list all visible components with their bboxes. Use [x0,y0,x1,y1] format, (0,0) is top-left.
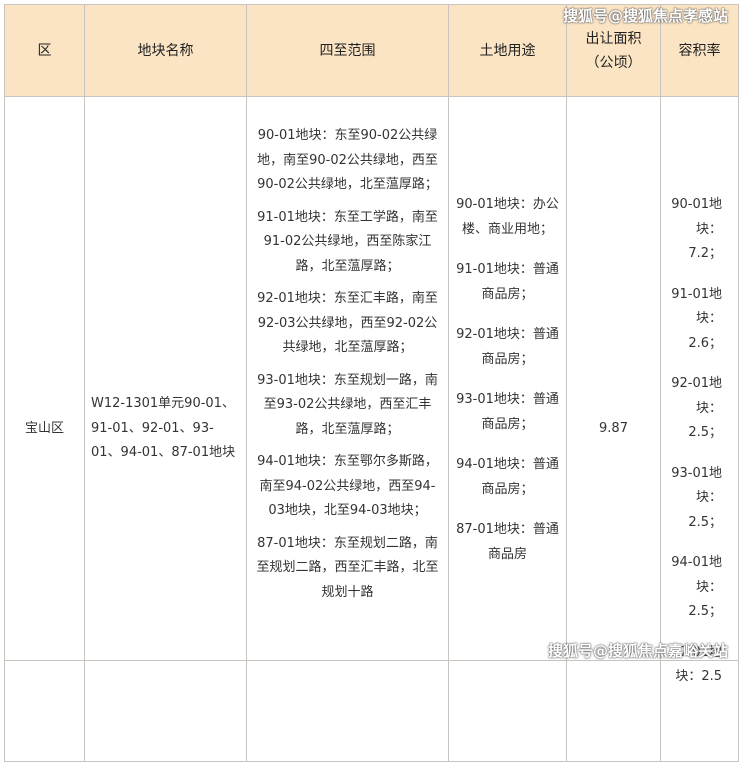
header-land-use: 土地用途 [448,4,567,97]
header-district: 区 [4,4,85,97]
cell-district: 宝山区 [4,96,85,762]
cell-parcel-name: W12-1301单元90-01、91-01、92-01、93-01、94-01、… [84,96,247,762]
land-use-item: 94-01地块：普通商品房； [456,457,559,497]
far-item: 91-01地块：2.6； [671,286,722,351]
cell-area: 9.87 [566,96,661,762]
boundary-item: 93-01地块：东至规划一路，南至93-02公共绿地，西至汇丰路，北至蕰厚路； [257,372,438,437]
far-item: 92-01地块：2.5； [671,376,722,440]
boundary-item: 91-01地块：东至工学路，南至91-02公共绿地，西至陈家江路，北至蕰厚路； [257,209,438,274]
cell-land-use: 90-01地块：办公楼、商业用地； 91-01地块：普通商品房； 92-01地块… [448,96,567,762]
table-row: 宝山区 W12-1301单元90-01、91-01、92-01、93-01、94… [4,96,739,762]
land-use-item: 87-01地块：普通商品房 [456,522,559,562]
cell-far: 90-01地块：7.2； 91-01地块：2.6； 92-01地块：2.5； 9… [660,96,739,762]
land-use-item: 92-01地块：普通商品房； [456,327,559,367]
cell-boundaries: 90-01地块：东至90-02公共绿地，南至90-02公共绿地，西至90-02公… [246,96,449,762]
land-use-item: 93-01地块：普通商品房； [456,392,559,432]
far-item: 94-01地块：2.5； [671,555,722,619]
far-item: 90-01地块：7.2； [671,197,722,261]
far-item: 93-01地块：2.5； [671,465,722,530]
header-parcel-name: 地块名称 [84,4,247,97]
land-use-item: 91-01地块：普通商品房； [456,262,559,302]
watermark-bottom: 搜狐号@搜狐焦点嘉峪关站 [547,642,728,660]
boundary-item: 94-01地块：东至鄂尔多斯路，南至94-02公共绿地，西至94-03地块，北至… [257,454,438,518]
boundary-item: 92-01地块：东至汇丰路，南至92-03公共绿地，西至92-02公共绿地，北至… [257,291,438,355]
boundary-item: 90-01地块：东至90-02公共绿地，南至90-02公共绿地，西至90-02公… [257,128,438,192]
boundary-item: 87-01地块：东至规划二路，南至规划二路，西至汇丰路，北至规划十路 [256,535,439,600]
watermark-top: 搜狐号@搜狐焦点孝感站 [562,7,728,25]
header-boundaries: 四至范围 [246,4,449,97]
land-use-item: 90-01地块：办公楼、商业用地； [456,197,559,237]
